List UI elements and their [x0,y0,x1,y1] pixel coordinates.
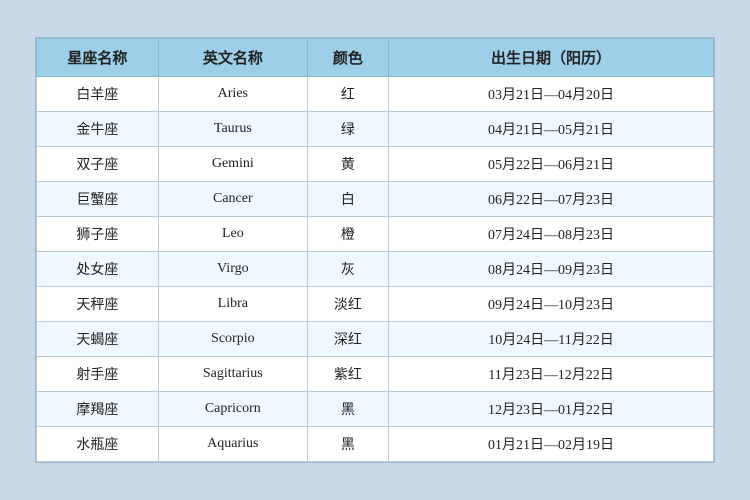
table-row: 狮子座Leo橙07月24日—08月23日 [37,217,714,252]
table-row: 摩羯座Capricorn黑12月23日—01月22日 [37,392,714,427]
cell-english: Taurus [158,112,307,147]
cell-color: 紫红 [307,357,388,392]
cell-english: Leo [158,217,307,252]
cell-date: 03月21日—04月20日 [389,77,714,112]
cell-date: 01月21日—02月19日 [389,427,714,462]
table-row: 巨蟹座Cancer白06月22日—07月23日 [37,182,714,217]
cell-date: 10月24日—11月22日 [389,322,714,357]
cell-chinese: 处女座 [37,252,159,287]
cell-color: 灰 [307,252,388,287]
cell-chinese: 白羊座 [37,77,159,112]
table-row: 白羊座Aries红03月21日—04月20日 [37,77,714,112]
cell-date: 07月24日—08月23日 [389,217,714,252]
cell-chinese: 巨蟹座 [37,182,159,217]
cell-color: 淡红 [307,287,388,322]
cell-color: 黑 [307,427,388,462]
table-row: 天秤座Libra淡红09月24日—10月23日 [37,287,714,322]
table-row: 处女座Virgo灰08月24日—09月23日 [37,252,714,287]
header-color: 颜色 [307,39,388,77]
zodiac-table: 星座名称 英文名称 颜色 出生日期（阳历） 白羊座Aries红03月21日—04… [36,38,714,462]
table-row: 金牛座Taurus绿04月21日—05月21日 [37,112,714,147]
cell-english: Cancer [158,182,307,217]
cell-color: 白 [307,182,388,217]
cell-date: 11月23日—12月22日 [389,357,714,392]
cell-color: 红 [307,77,388,112]
zodiac-table-container: 星座名称 英文名称 颜色 出生日期（阳历） 白羊座Aries红03月21日—04… [35,37,715,463]
table-row: 双子座Gemini黄05月22日—06月21日 [37,147,714,182]
cell-english: Capricorn [158,392,307,427]
table-body: 白羊座Aries红03月21日—04月20日金牛座Taurus绿04月21日—0… [37,77,714,462]
cell-chinese: 天秤座 [37,287,159,322]
cell-chinese: 狮子座 [37,217,159,252]
cell-chinese: 射手座 [37,357,159,392]
cell-english: Libra [158,287,307,322]
table-row: 射手座Sagittarius紫红11月23日—12月22日 [37,357,714,392]
cell-date: 04月21日—05月21日 [389,112,714,147]
cell-english: Virgo [158,252,307,287]
table-row: 天蝎座Scorpio深红10月24日—11月22日 [37,322,714,357]
cell-english: Scorpio [158,322,307,357]
cell-chinese: 摩羯座 [37,392,159,427]
cell-date: 05月22日—06月21日 [389,147,714,182]
cell-chinese: 水瓶座 [37,427,159,462]
cell-english: Gemini [158,147,307,182]
cell-color: 深红 [307,322,388,357]
cell-date: 12月23日—01月22日 [389,392,714,427]
cell-chinese: 金牛座 [37,112,159,147]
cell-chinese: 天蝎座 [37,322,159,357]
cell-color: 黑 [307,392,388,427]
cell-date: 08月24日—09月23日 [389,252,714,287]
table-row: 水瓶座Aquarius黑01月21日—02月19日 [37,427,714,462]
cell-color: 橙 [307,217,388,252]
header-english: 英文名称 [158,39,307,77]
cell-english: Aquarius [158,427,307,462]
cell-date: 09月24日—10月23日 [389,287,714,322]
header-chinese: 星座名称 [37,39,159,77]
cell-color: 绿 [307,112,388,147]
header-date: 出生日期（阳历） [389,39,714,77]
cell-english: Aries [158,77,307,112]
table-header-row: 星座名称 英文名称 颜色 出生日期（阳历） [37,39,714,77]
cell-english: Sagittarius [158,357,307,392]
cell-chinese: 双子座 [37,147,159,182]
cell-date: 06月22日—07月23日 [389,182,714,217]
cell-color: 黄 [307,147,388,182]
